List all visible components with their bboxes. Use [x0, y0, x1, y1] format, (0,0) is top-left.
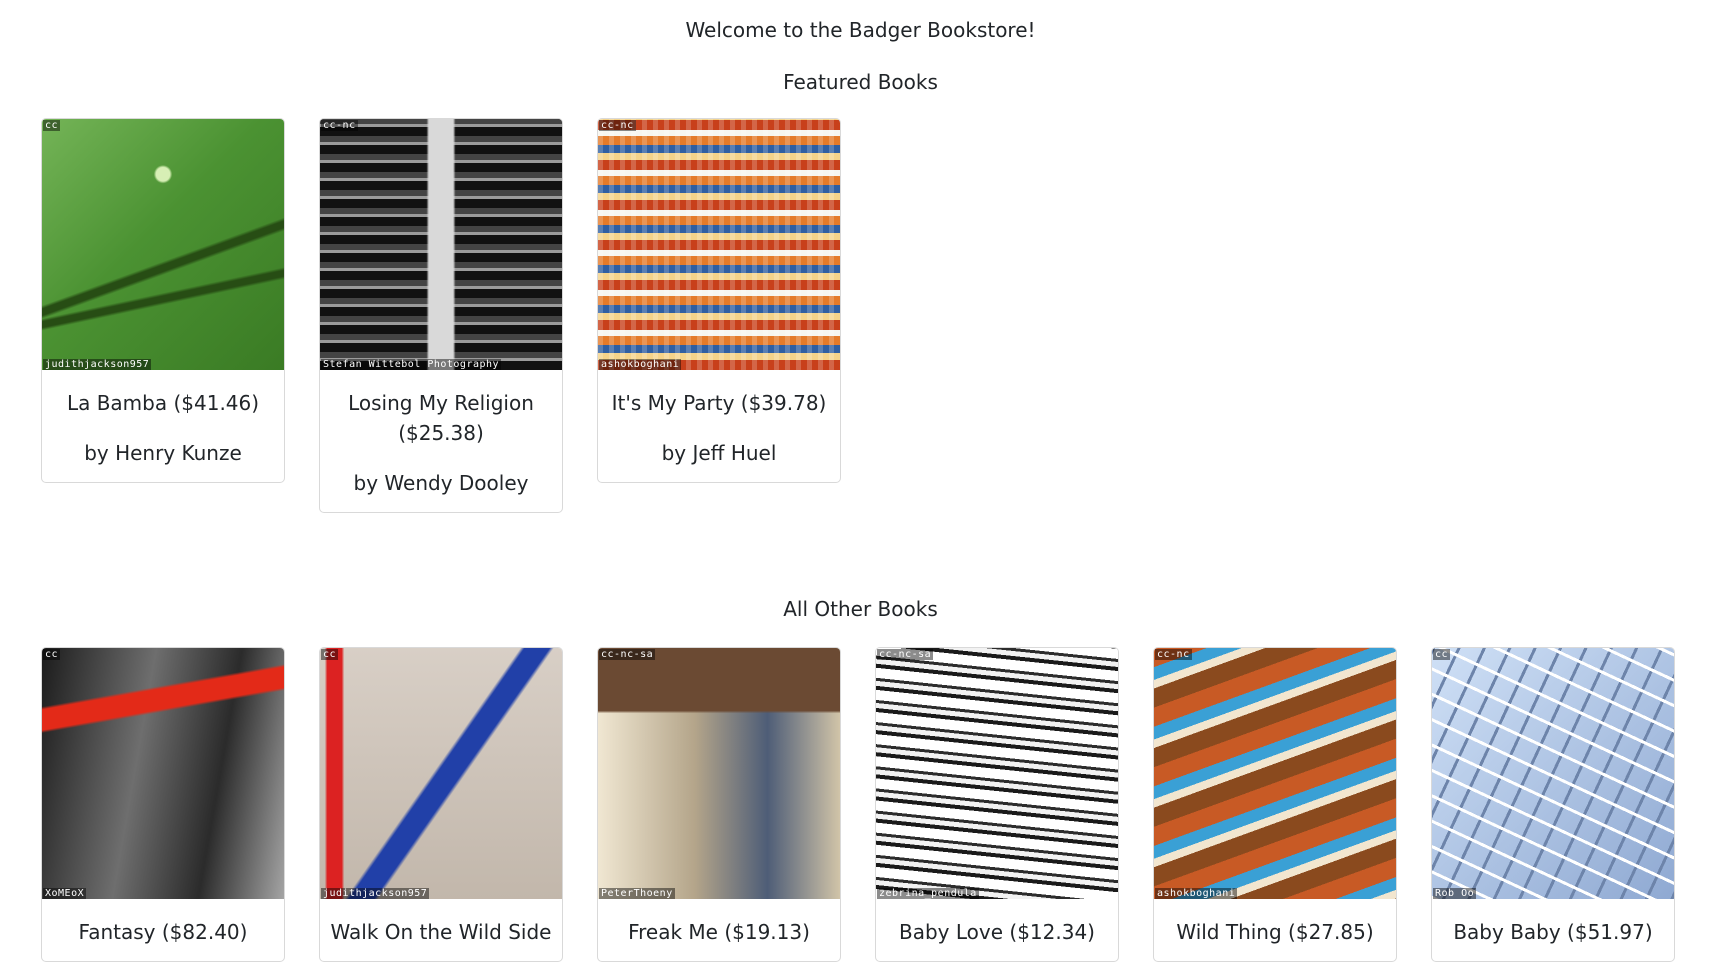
book-title: La Bamba ($41.46): [66, 391, 260, 415]
book-title: Fantasy ($82.40): [78, 920, 248, 944]
book-card[interactable]: cc-nc ashokboghani It's My Party ($39.78…: [597, 118, 841, 483]
book-cover-image[interactable]: cc Rob Oo: [1432, 648, 1674, 899]
license-label: cc: [43, 120, 61, 131]
photo-credit: judithjackson957: [321, 888, 430, 899]
book-card[interactable]: cc XoMEoX Fantasy ($82.40): [41, 647, 285, 962]
all-other-books-heading: All Other Books: [783, 597, 938, 621]
license-label: cc: [321, 649, 339, 660]
book-card[interactable]: cc Rob Oo Baby Baby ($51.97): [1431, 647, 1675, 962]
book-title: Wild Thing ($27.85): [1176, 920, 1374, 944]
book-cover-image[interactable]: cc-nc Stefan Wittebol Photography: [320, 119, 562, 370]
book-cover-image[interactable]: cc-nc ashokboghani: [1154, 648, 1396, 899]
license-label: cc-nc-sa: [599, 649, 656, 660]
license-label: cc-nc-sa: [877, 649, 934, 660]
book-author: by Henry Kunze: [84, 441, 242, 465]
photo-credit: zebrina_pendula: [877, 888, 979, 899]
book-title: Losing My Religion ($25.38): [348, 391, 534, 445]
book-cover-image[interactable]: cc-nc ashokboghani: [598, 119, 840, 370]
photo-credit: XoMEoX: [43, 888, 87, 899]
book-card[interactable]: cc judithjackson957 La Bamba ($41.46) by…: [41, 118, 285, 483]
book-card[interactable]: cc-nc Stefan Wittebol Photography Losing…: [319, 118, 563, 513]
photo-credit: Stefan Wittebol Photography: [321, 359, 502, 370]
book-card[interactable]: cc-nc-sa PeterThoeny Freak Me ($19.13): [597, 647, 841, 962]
book-author: by Jeff Huel: [661, 441, 777, 465]
book-cover-image[interactable]: cc-nc-sa zebrina_pendula: [876, 648, 1118, 899]
welcome-message: Welcome to the Badger Bookstore!: [685, 18, 1036, 42]
license-label: cc: [43, 649, 61, 660]
photo-credit: ashokboghani: [1155, 888, 1238, 899]
license-label: cc-nc: [1155, 649, 1192, 660]
book-title: Baby Baby ($51.97): [1453, 920, 1653, 944]
book-title: It's My Party ($39.78): [611, 391, 827, 415]
book-author: by Wendy Dooley: [353, 471, 529, 495]
book-card[interactable]: cc-nc ashokboghani Wild Thing ($27.85): [1153, 647, 1397, 962]
license-label: cc-nc: [599, 120, 636, 131]
book-cover-image[interactable]: cc XoMEoX: [42, 648, 284, 899]
book-title: Baby Love ($12.34): [899, 920, 1095, 944]
book-title: Freak Me ($19.13): [628, 920, 810, 944]
license-label: cc: [1433, 649, 1451, 660]
photo-credit: ashokboghani: [599, 359, 682, 370]
book-cover-image[interactable]: cc-nc-sa PeterThoeny: [598, 648, 840, 899]
book-card[interactable]: cc-nc-sa zebrina_pendula Baby Love ($12.…: [875, 647, 1119, 962]
photo-credit: PeterThoeny: [599, 888, 675, 899]
photo-credit: judithjackson957: [43, 359, 152, 370]
book-cover-image[interactable]: cc judithjackson957: [320, 648, 562, 899]
book-title: Walk On the Wild Side: [330, 920, 552, 944]
featured-books-heading: Featured Books: [783, 70, 938, 94]
photo-credit: Rob Oo: [1433, 888, 1477, 899]
license-label: cc-nc: [321, 120, 358, 131]
book-cover-image[interactable]: cc judithjackson957: [42, 119, 284, 370]
book-card[interactable]: cc judithjackson957 Walk On the Wild Sid…: [319, 647, 563, 962]
